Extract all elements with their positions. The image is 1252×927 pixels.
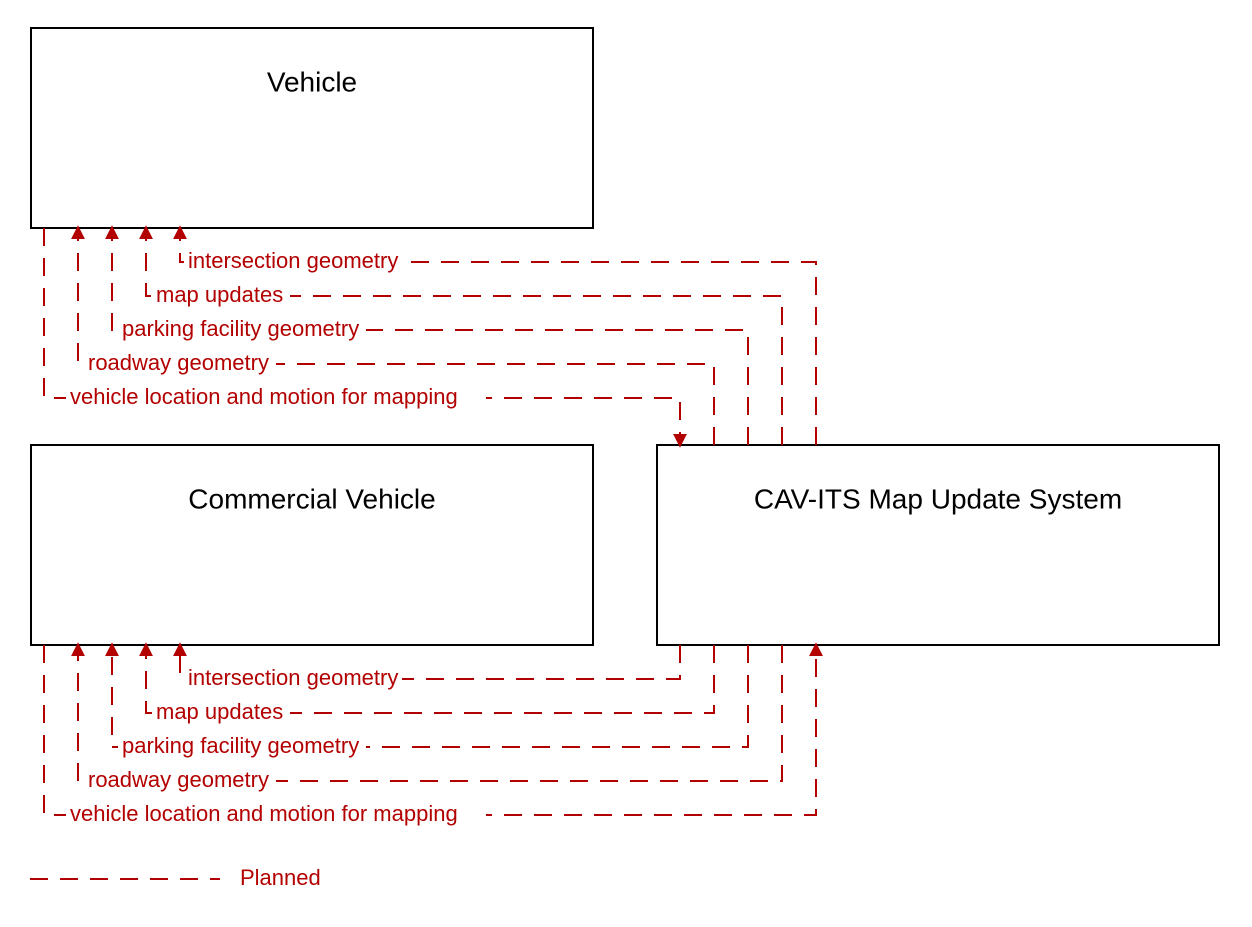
box-private-body: Commercial Vehicle xyxy=(188,483,435,514)
box-private-header: Private Commercial Vehicle and Fleet... xyxy=(67,447,557,478)
box-fdot: FDOT CO CAV-ITS Map Update System xyxy=(657,445,1219,645)
flow-label: parking facility geometry xyxy=(122,316,359,341)
box-travelers-header: Travelers xyxy=(254,30,370,61)
flow-label: intersection geometry xyxy=(188,248,398,273)
box-fdot-header: FDOT CO xyxy=(875,447,1000,478)
box-travelers: Travelers Vehicle xyxy=(31,28,593,228)
flow-label: roadway geometry xyxy=(88,767,269,792)
flow-label: parking facility geometry xyxy=(122,733,359,758)
flow-line xyxy=(112,645,748,747)
box-travelers-body: Vehicle xyxy=(267,66,357,97)
flow-label: intersection geometry xyxy=(188,665,398,690)
flow-label: map updates xyxy=(156,282,283,307)
legend-label: Planned xyxy=(240,865,321,890)
box-private: Private Commercial Vehicle and Fleet... … xyxy=(31,445,593,645)
flow-label: map updates xyxy=(156,699,283,724)
flow-label: vehicle location and motion for mapping xyxy=(70,384,458,409)
box-fdot-body: CAV-ITS Map Update System xyxy=(754,483,1122,514)
flow-label: vehicle location and motion for mapping xyxy=(70,801,458,826)
flow-label: roadway geometry xyxy=(88,350,269,375)
diagram-canvas: Travelers Vehicle Private Commercial Veh… xyxy=(0,0,1252,927)
